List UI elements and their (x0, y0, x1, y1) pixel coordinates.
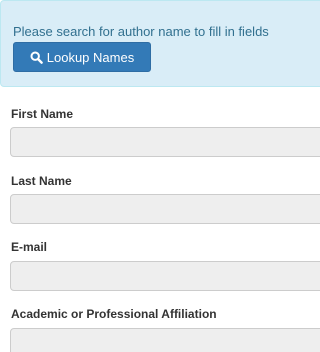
lookup-names-label: Lookup Names (46, 49, 135, 65)
author-lookup-alert: Please search for author name to fill in… (0, 0, 320, 87)
affiliation-label: Academic or Professional Affiliation (11, 307, 217, 321)
email-field[interactable] (10, 261, 320, 291)
first-name-label: First Name (11, 107, 74, 121)
last-name-label: Last Name (11, 174, 72, 188)
first-name-field[interactable] (10, 127, 320, 157)
lookup-names-button[interactable]: Lookup Names (13, 42, 151, 72)
last-name-field[interactable] (10, 194, 320, 224)
lookup-instructions: Please search for author name to fill in… (13, 24, 269, 39)
email-label: E-mail (11, 240, 48, 254)
affiliation-field[interactable] (10, 328, 320, 352)
author-form: Please search for author name to fill in… (0, 0, 320, 352)
search-icon (30, 50, 43, 64)
